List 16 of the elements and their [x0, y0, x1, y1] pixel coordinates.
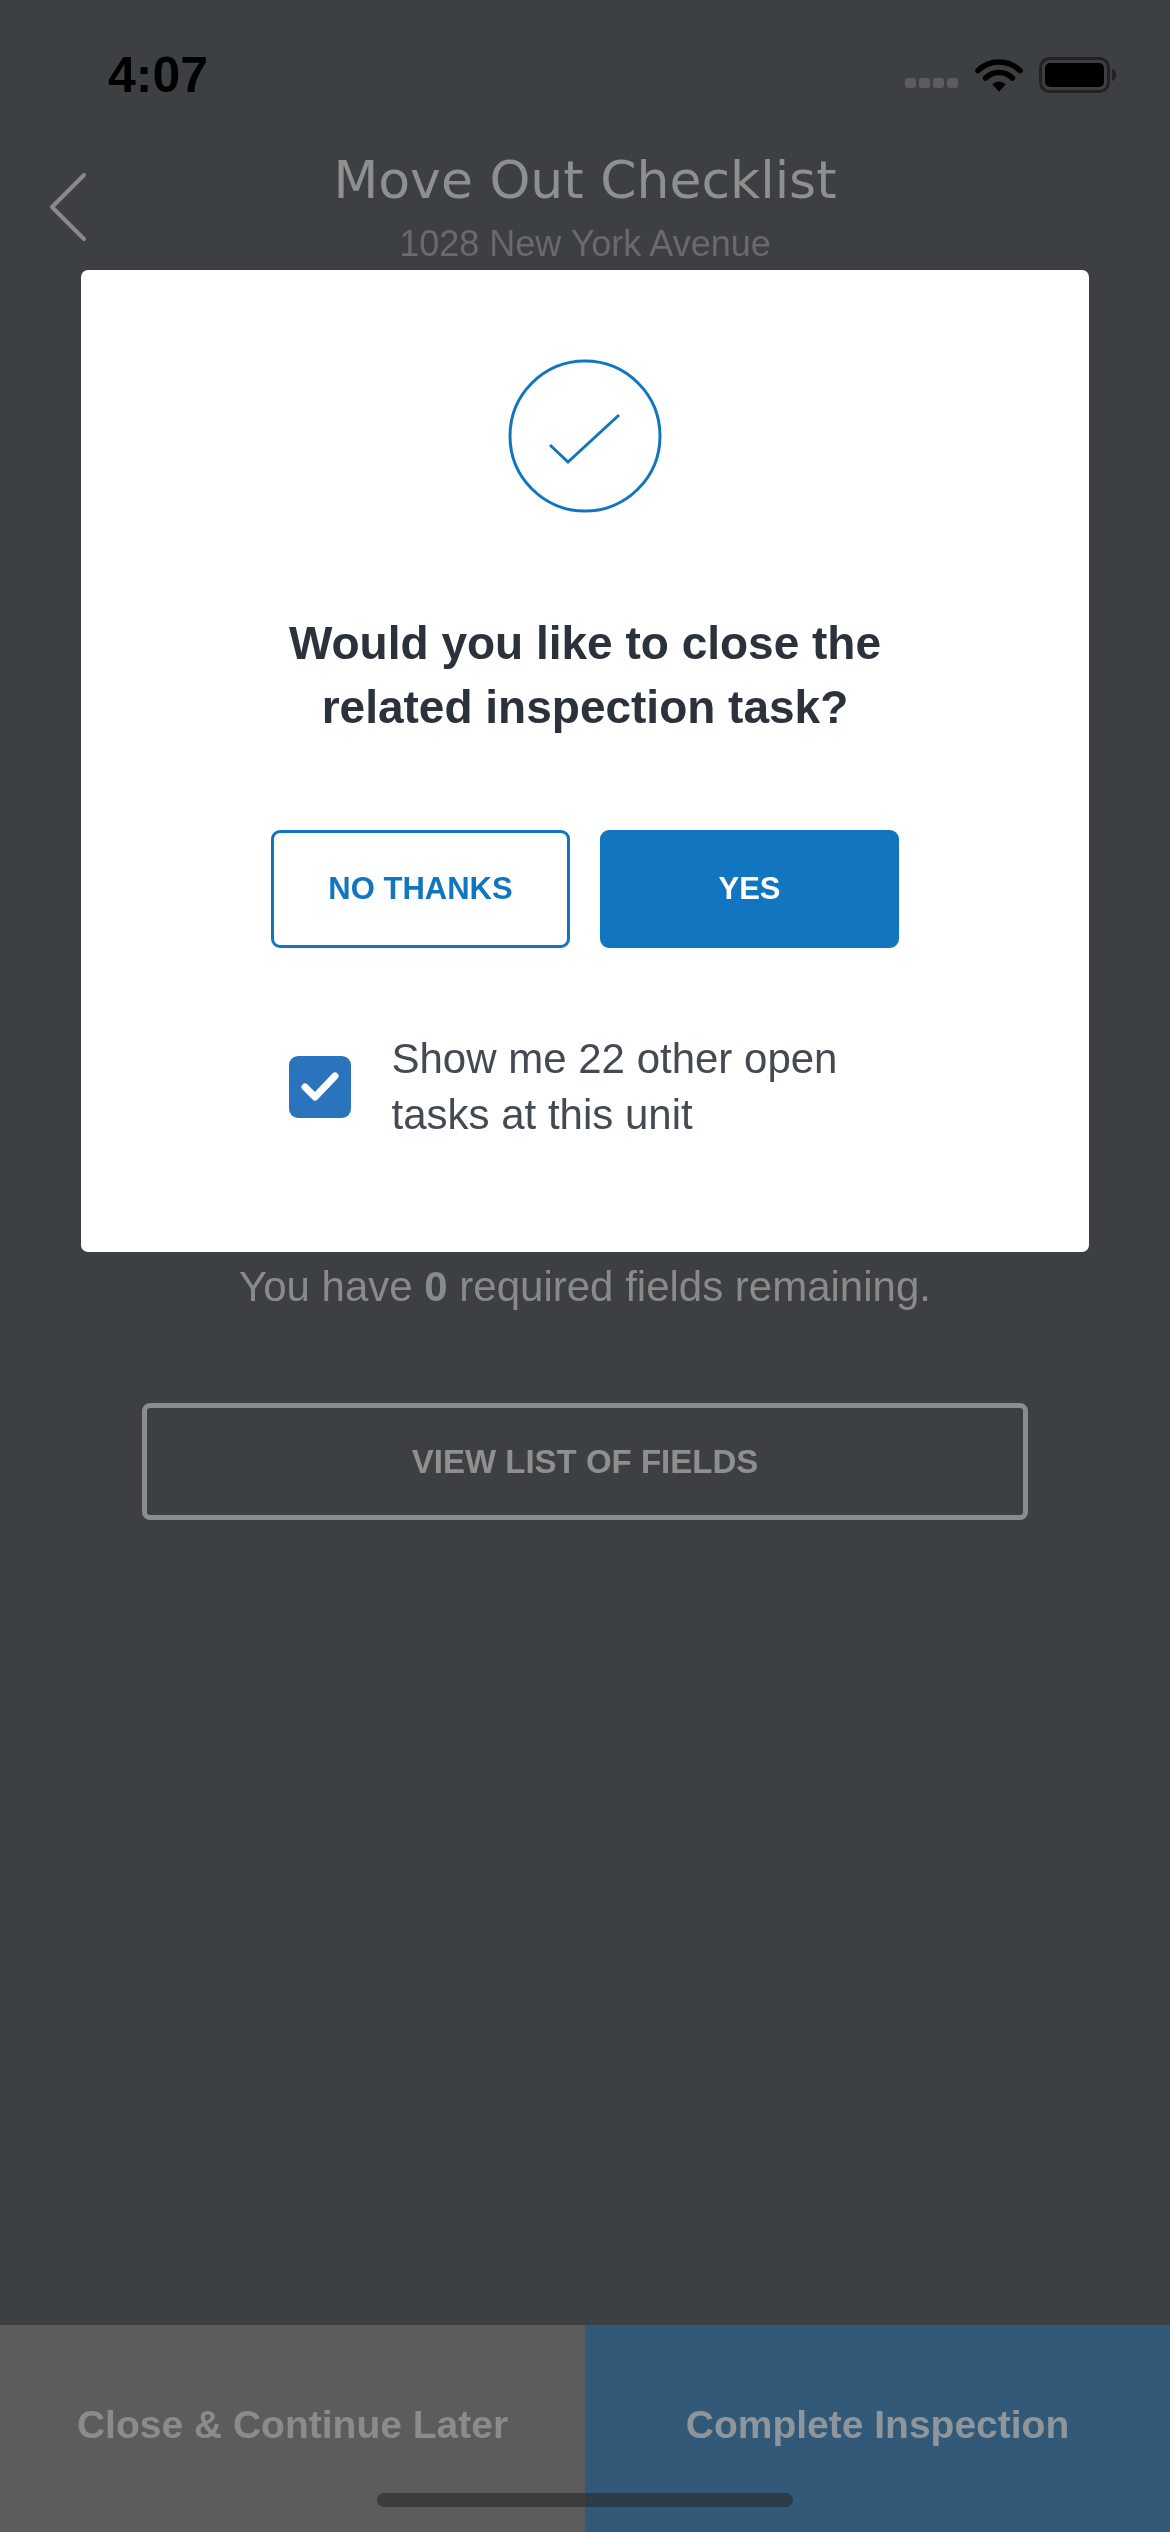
dismiss-button[interactable]: NO THANKS	[271, 830, 570, 948]
checkbox[interactable]	[288, 1056, 351, 1118]
battery-icon	[1039, 57, 1117, 93]
check-circle-icon	[508, 359, 662, 513]
wifi-icon	[975, 57, 1023, 93]
dialog-question: Would you like to close the related inspection task?	[287, 616, 883, 735]
status-time: 4:07	[108, 50, 209, 100]
remaining-fields-text: You have 0 required fields remaining.	[239, 1262, 931, 1312]
signal-icon	[905, 78, 959, 88]
page-title: Move Out Checklist	[333, 150, 837, 210]
checkmark-icon	[299, 1071, 340, 1103]
back-icon[interactable]	[48, 172, 88, 242]
confirm-button[interactable]: YES	[600, 830, 899, 948]
complete-inspection-button[interactable]: Complete Inspection	[585, 2325, 1170, 2532]
checkbox-label: Show me 22 other open tasks at this unit	[391, 1034, 839, 1140]
view-fields-button[interactable]: VIEW LIST OF FIELDS	[142, 1403, 1028, 1520]
